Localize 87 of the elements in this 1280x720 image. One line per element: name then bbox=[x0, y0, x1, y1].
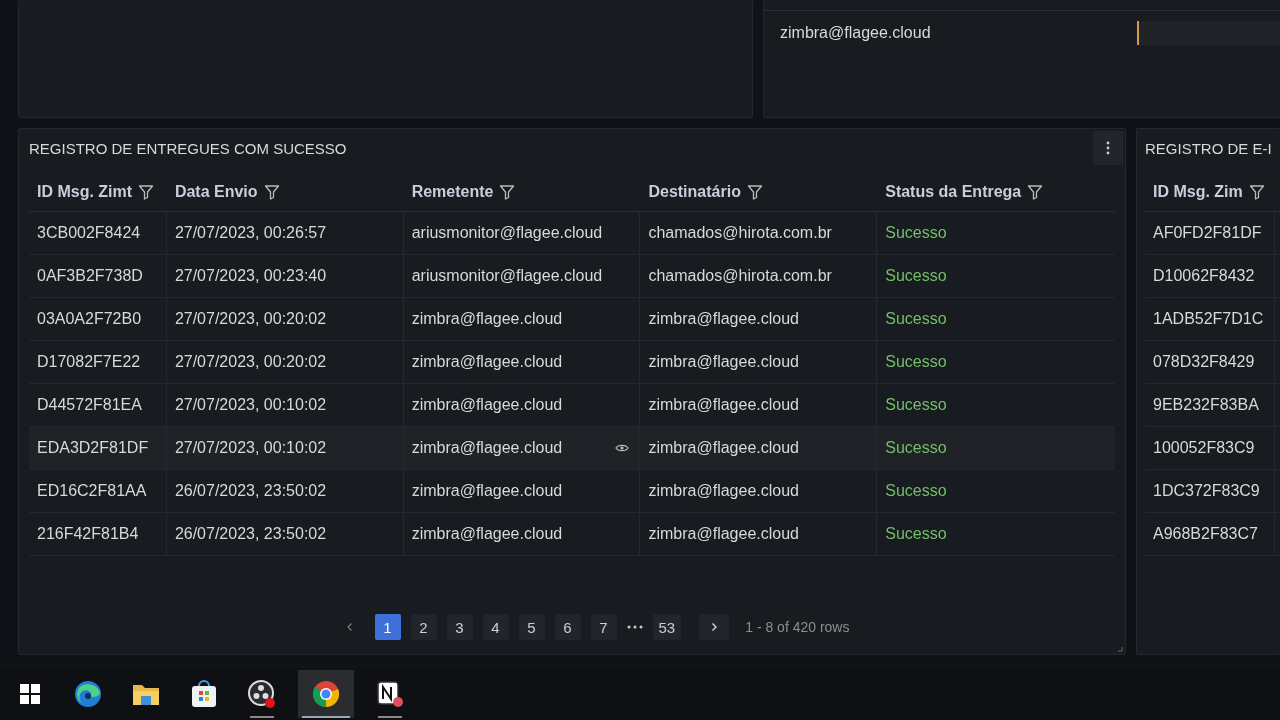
table-cell: D10062F8432 bbox=[1153, 267, 1255, 285]
page-button[interactable]: 53 bbox=[652, 614, 682, 640]
table-cell: 078D32F8429 bbox=[1153, 353, 1255, 371]
notebook-app-icon bbox=[376, 680, 404, 708]
table-cell: Sucesso bbox=[885, 267, 947, 285]
filter-icon[interactable] bbox=[1027, 184, 1044, 200]
filter-icon[interactable] bbox=[263, 184, 280, 200]
table-cell: A968B2F83C7 bbox=[1153, 525, 1258, 543]
ellipsis-icon bbox=[626, 625, 643, 629]
table-cell: 27/07/2023, 00:26:57 bbox=[174, 224, 327, 242]
table-cell: D17082F7E22 bbox=[37, 353, 141, 371]
filter-icon[interactable] bbox=[499, 184, 516, 200]
column-header[interactable]: Status da Entrega bbox=[885, 183, 1022, 201]
table-cell: 0AF3B2F738D bbox=[37, 267, 143, 285]
table-cell: 27/07/2023, 00:20:02 bbox=[174, 353, 327, 371]
page-button[interactable]: 5 bbox=[518, 614, 545, 640]
table-cell: zimbra@flagee.cloud bbox=[648, 353, 799, 371]
table-cell: 216F42F81B4 bbox=[37, 525, 139, 543]
table-cell: 03A0A2F72B0 bbox=[37, 310, 142, 328]
table-cell: Sucesso bbox=[885, 482, 947, 500]
table-cell: Sucesso bbox=[885, 353, 947, 371]
table-cell: zimbra@flagee.cloud bbox=[411, 439, 563, 457]
table-cell: zimbra@flagee.cloud bbox=[648, 310, 799, 328]
table-cell-text: zimbra@flagee.cloud bbox=[780, 24, 932, 42]
table-cell: 27/07/2023, 00:10:02 bbox=[174, 439, 327, 457]
page-button[interactable]: 1 bbox=[374, 614, 401, 640]
table-cell: Sucesso bbox=[885, 224, 947, 242]
table-cell: zimbra@flagee.cloud bbox=[648, 396, 799, 414]
table-cell: EDA3D2F81DF bbox=[37, 439, 149, 457]
folder-icon bbox=[132, 682, 160, 706]
table-cell: zimbra@flagee.cloud bbox=[648, 439, 799, 457]
table-cell: Sucesso bbox=[885, 310, 947, 328]
table-cell: zimbra@flagee.cloud bbox=[411, 482, 563, 500]
column-header[interactable]: Destinatário bbox=[648, 183, 741, 201]
table-cell: 100052F83C9 bbox=[1153, 439, 1255, 457]
table-cell: ariusmonitor@flagee.cloud bbox=[411, 224, 603, 242]
table-cell: ED16C2F81AA bbox=[37, 482, 147, 500]
table-cell: zimbra@flagee.cloud bbox=[411, 396, 563, 414]
column-header[interactable]: Remetente bbox=[411, 183, 494, 201]
taskbar-button-active[interactable] bbox=[298, 670, 354, 718]
table-cell: Sucesso bbox=[885, 525, 947, 543]
chevron-left-icon bbox=[345, 622, 354, 632]
panel-title: REGISTRO DE E-I bbox=[1145, 139, 1272, 157]
table-cell: ariusmonitor@flagee.cloud bbox=[411, 267, 603, 285]
table-cell: D44572F81EA bbox=[37, 396, 142, 414]
page-button[interactable]: 2 bbox=[410, 614, 437, 640]
column-header[interactable]: Data Envio bbox=[174, 183, 258, 201]
table-cell: zimbra@flagee.cloud bbox=[411, 525, 563, 543]
table-cell: chamados@hirota.com.br bbox=[648, 224, 832, 242]
eye-icon[interactable] bbox=[615, 443, 630, 453]
table-cell: AF0FD2F81DF bbox=[1153, 224, 1262, 242]
table-cell: 9EB232F83BA bbox=[1153, 396, 1259, 414]
table-cell: zimbra@flagee.cloud bbox=[648, 525, 799, 543]
table-cell: 26/07/2023, 23:50:02 bbox=[174, 525, 327, 543]
table-cell: 1DC372F83C9 bbox=[1153, 482, 1260, 500]
table-cell: Sucesso bbox=[885, 439, 947, 457]
table-cell: 27/07/2023, 00:20:02 bbox=[174, 310, 327, 328]
kebab-menu-icon bbox=[1106, 141, 1110, 155]
column-header[interactable]: ID Msg. Zim bbox=[1153, 183, 1243, 201]
filter-icon[interactable] bbox=[138, 184, 155, 200]
table-cell: Sucesso bbox=[885, 396, 947, 414]
table-cell: 26/07/2023, 23:50:02 bbox=[174, 482, 327, 500]
table-cell: 27/07/2023, 00:10:02 bbox=[174, 396, 327, 414]
resize-handle-icon[interactable] bbox=[1117, 646, 1123, 652]
browser-icon bbox=[312, 680, 340, 708]
table-cell: 27/07/2023, 00:23:40 bbox=[174, 267, 327, 285]
table-cell: zimbra@flagee.cloud bbox=[648, 482, 799, 500]
shopping-bag-icon bbox=[191, 680, 217, 708]
page-button[interactable]: 3 bbox=[446, 614, 473, 640]
panel-title: REGISTRO DE ENTREGUES COM SUCESSO bbox=[29, 139, 347, 157]
wave-logo-icon bbox=[74, 680, 102, 708]
record-app-icon bbox=[247, 679, 277, 709]
page-button[interactable]: 7 bbox=[590, 614, 617, 640]
table-cell: chamados@hirota.com.br bbox=[648, 267, 832, 285]
column-header[interactable]: ID Msg. Zimt bbox=[37, 183, 133, 201]
windows-logo-icon bbox=[19, 683, 41, 705]
table-cell: zimbra@flagee.cloud bbox=[411, 353, 563, 371]
table-cell: 1ADB52F7D1C bbox=[1153, 310, 1264, 328]
filter-icon[interactable] bbox=[1248, 184, 1265, 200]
table-cell: zimbra@flagee.cloud bbox=[411, 310, 563, 328]
table-cell: 3CB002F8424 bbox=[37, 224, 141, 242]
page-button[interactable]: 4 bbox=[482, 614, 509, 640]
page-button[interactable]: 6 bbox=[554, 614, 581, 640]
next-page-button[interactable] bbox=[699, 614, 730, 640]
row-count-text: 1 - 8 of 420 rows bbox=[745, 619, 850, 635]
filter-icon[interactable] bbox=[746, 184, 763, 200]
chevron-right-icon bbox=[710, 622, 719, 632]
